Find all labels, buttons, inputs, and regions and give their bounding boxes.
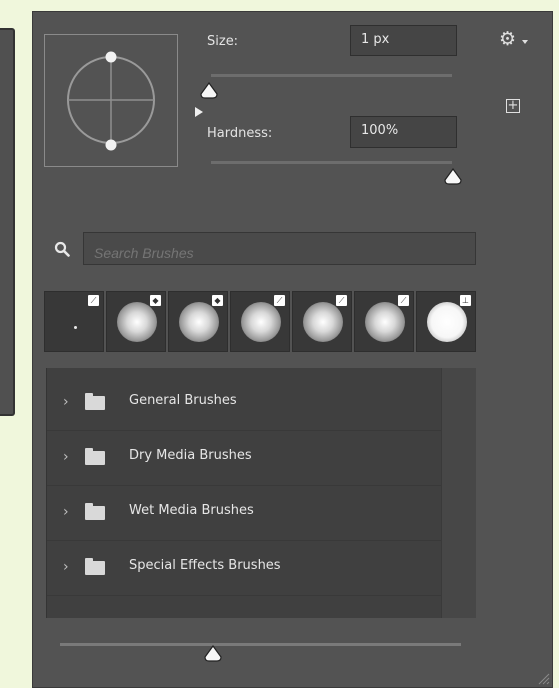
- brush-preset-tile[interactable]: ⟋: [354, 291, 414, 352]
- brush-preset-tile[interactable]: ⊥: [416, 291, 476, 352]
- brush-tip-preview: [74, 326, 77, 329]
- brush-tip-preview: [427, 302, 467, 342]
- plus-square-icon[interactable]: +: [506, 99, 520, 113]
- resize-grip-icon[interactable]: [536, 671, 550, 685]
- adjacent-panel-edge: [0, 28, 15, 416]
- folder-icon: [85, 448, 105, 465]
- brush-preset-tile[interactable]: ⟋: [292, 291, 352, 352]
- settings-menu-caret-icon[interactable]: [522, 40, 528, 44]
- brush-preset-tile[interactable]: ⟋: [230, 291, 290, 352]
- roundness-handle-bottom: [105, 139, 117, 151]
- search-brushes-input[interactable]: [83, 232, 476, 265]
- folder-special-effects-brushes[interactable]: › Special Effects Brushes: [47, 541, 442, 596]
- angle-flyout-arrow-icon[interactable]: [195, 107, 203, 117]
- chevron-right-icon[interactable]: ›: [63, 394, 69, 410]
- brush-icon: ⟋: [398, 295, 409, 306]
- brush-preset-tile[interactable]: ⟋: [44, 291, 104, 352]
- folder-icon: [85, 558, 105, 575]
- roundness-handle-top: [105, 51, 117, 63]
- gear-icon[interactable]: ⚙: [499, 29, 516, 49]
- brush-icon: ⟋: [274, 295, 285, 306]
- brush-tip-preview: [303, 302, 343, 342]
- preview-size-slider-thumb[interactable]: [203, 645, 223, 663]
- size-slider-track[interactable]: [211, 74, 452, 77]
- search-icon: [54, 241, 70, 257]
- chevron-right-icon[interactable]: ›: [63, 559, 69, 575]
- eraser-icon: ◆: [212, 295, 223, 306]
- folder-dry-media-brushes[interactable]: › Dry Media Brushes: [47, 431, 442, 486]
- size-input[interactable]: 1 px: [350, 25, 457, 56]
- brush-folder-list: › General Brushes › Dry Media Brushes › …: [46, 368, 474, 618]
- hardness-input[interactable]: 100%: [350, 116, 457, 148]
- recent-brush-presets: ⟋ ◆ ◆ ⟋ ⟋ ⟋ ⊥: [44, 291, 477, 352]
- brush-tip-angle-preview[interactable]: [44, 34, 178, 167]
- hardness-slider-track[interactable]: [211, 161, 452, 164]
- size-label: Size:: [207, 34, 239, 49]
- brush-tip-preview: [117, 302, 157, 342]
- brush-preset-tile[interactable]: ◆: [168, 291, 228, 352]
- brush-icon: ⟋: [88, 295, 99, 306]
- chevron-right-icon[interactable]: ›: [63, 449, 69, 465]
- hardness-slider-thumb[interactable]: [443, 168, 463, 186]
- chevron-right-icon[interactable]: ›: [63, 504, 69, 520]
- hardness-label: Hardness:: [207, 126, 273, 141]
- brush-tip-preview: [241, 302, 281, 342]
- eraser-icon: ◆: [150, 295, 161, 306]
- folder-icon: [85, 393, 105, 410]
- brush-icon: ⟋: [336, 295, 347, 306]
- brush-tip-preview: [365, 302, 405, 342]
- brush-preset-tile[interactable]: ◆: [106, 291, 166, 352]
- stamp-icon: ⊥: [460, 295, 471, 306]
- folder-general-brushes[interactable]: › General Brushes: [47, 376, 442, 431]
- preview-size-slider-track[interactable]: [60, 643, 461, 646]
- brush-angle-dial[interactable]: [45, 35, 177, 166]
- brush-preset-panel: Size: 1 px Hardness: 100% ⚙ + ⟋ ◆ ◆ ⟋: [32, 11, 553, 688]
- folder-list-scrollbar[interactable]: [441, 368, 476, 618]
- size-slider-thumb[interactable]: [199, 82, 219, 100]
- folder-icon: [85, 503, 105, 520]
- brush-tip-preview: [179, 302, 219, 342]
- folder-wet-media-brushes[interactable]: › Wet Media Brushes: [47, 486, 442, 541]
